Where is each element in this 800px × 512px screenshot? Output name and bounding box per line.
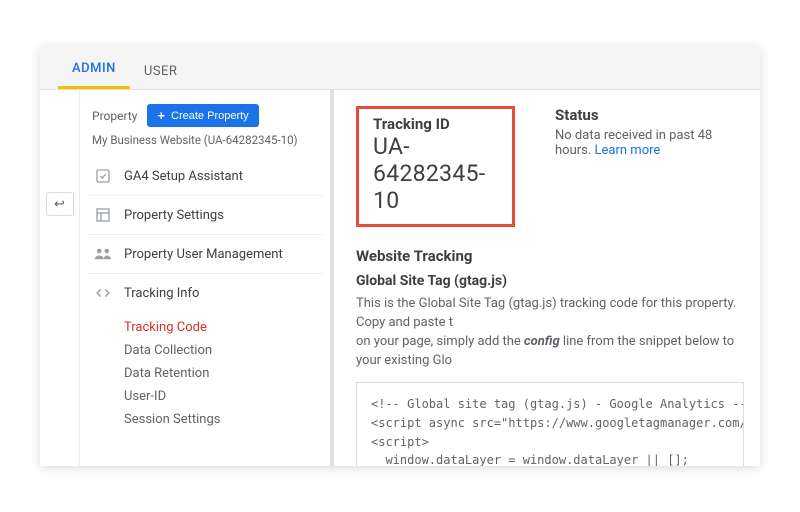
back-column: ↩ [40,90,80,466]
main-panel: Tracking ID UA-64282345-10 Status No dat… [334,90,760,466]
nav-ga4-setup[interactable]: GA4 Setup Assistant [88,157,322,196]
nav-user-management[interactable]: Property User Management [88,235,322,274]
gtag-description: This is the Global Site Tag (gtag.js) tr… [356,295,744,370]
property-row: Property + Create Property [88,104,322,127]
nav-tracking-info[interactable]: Tracking Info [88,274,322,312]
learn-more-link[interactable]: Learn more [595,143,661,158]
tracking-id-value: UA-64282345-10 [373,133,498,214]
status-block: Status No data received in past 48 hours… [555,106,744,158]
users-icon [94,245,112,263]
gtag-heading: Global Site Tag (gtag.js) [356,273,744,289]
layout-icon [94,206,112,224]
nav-property-settings[interactable]: Property Settings [88,196,322,235]
sub-data-retention[interactable]: Data Retention [124,362,322,385]
status-label: Status [555,106,744,124]
tab-admin[interactable]: ADMIN [58,46,130,89]
tab-user[interactable]: USER [130,46,192,89]
back-arrow-icon: ↩ [54,197,65,212]
top-summary-row: Tracking ID UA-64282345-10 Status No dat… [356,106,744,227]
tab-bar: ADMIN USER [40,46,760,90]
nav-ga4-label: GA4 Setup Assistant [124,169,243,184]
website-tracking-heading: Website Tracking [356,247,744,265]
plus-icon: + [157,109,165,122]
create-property-button[interactable]: + Create Property [147,104,258,127]
gtag-desc-config: config [524,334,560,349]
sub-user-id[interactable]: User-ID [124,385,322,408]
app-frame: ADMIN USER ↩ Property + Create Property … [40,46,760,466]
nav-tracking-label: Tracking Info [124,286,199,301]
nav-usermgmt-label: Property User Management [124,247,283,262]
code-icon [94,284,112,302]
sidebar: Property + Create Property My Business W… [80,90,330,466]
gtag-desc-line2a: on your page, simply add the [356,334,524,349]
sub-tracking-code[interactable]: Tracking Code [124,316,322,339]
property-label: Property [92,109,137,123]
gtag-desc-line1: This is the Global Site Tag (gtag.js) tr… [356,296,736,330]
tracking-sublist: Tracking Code Data Collection Data Reten… [124,316,322,431]
nav-settings-label: Property Settings [124,208,224,223]
property-name[interactable]: My Business Website (UA-64282345-10) [92,133,322,147]
check-square-icon [94,167,112,185]
create-property-label: Create Property [171,110,249,122]
sub-session-settings[interactable]: Session Settings [124,408,322,431]
sub-data-collection[interactable]: Data Collection [124,339,322,362]
tracking-id-box: Tracking ID UA-64282345-10 [356,106,515,227]
tracking-id-label: Tracking ID [373,115,498,133]
back-button[interactable]: ↩ [46,192,74,216]
content-row: ↩ Property + Create Property My Business… [40,90,760,466]
tracking-code-snippet[interactable]: <!-- Global site tag (gtag.js) - Google … [356,382,744,466]
status-text: No data received in past 48 hours. Learn… [555,128,744,158]
